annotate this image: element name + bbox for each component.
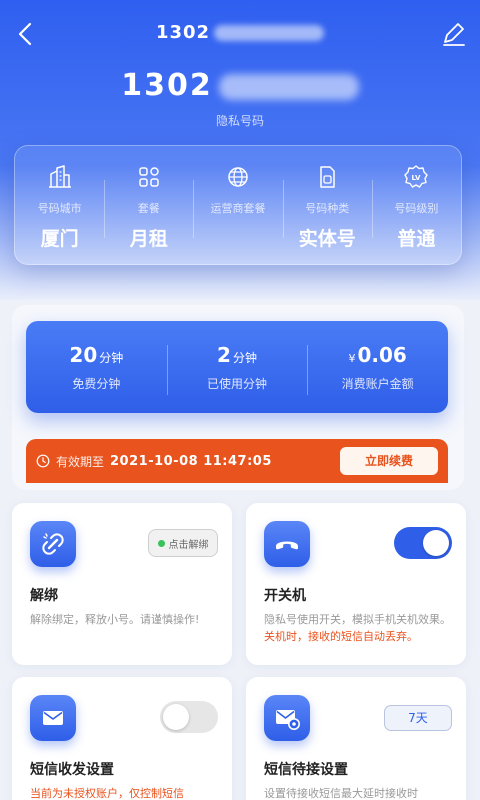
card-warning: 当前为未授权账户，仅控制短信 [30,787,184,800]
card-desc: 解除绑定，释放小号。请谨慎操作! [30,613,200,626]
unbind-card-icon [30,521,76,567]
usage-section: 20 分钟 免费分钟 2 分钟 已使用分钟 ¥0.06 消费账户金额 有效期至 20… [12,305,464,490]
power-card-icon [264,521,310,567]
usage-label: 消费账户金额 [341,376,414,391]
card-warning: 关机时，接收的短信自动丢弃。 [264,630,418,643]
power-toggle[interactable] [394,527,452,559]
info-carrier-plan: 运营商套餐 [193,146,282,264]
usage-used-minutes: 2 分钟 已使用分钟 [166,342,308,395]
level-badge-icon: LV [404,165,429,188]
unbind-card: 点击解绑 解绑 解除绑定，释放小号。请谨慎操作! [12,503,232,665]
envelope-icon [43,711,63,725]
broken-link-icon [42,533,64,555]
pending-days-select[interactable]: 7天 [384,705,452,731]
masked-digits [214,25,325,41]
masked-digits [218,73,359,100]
power-card: 开关机 隐私号使用开关，模拟手机关机效果。关机时，接收的短信自动丢弃。 [246,503,466,665]
card-title: 解绑 [30,588,58,604]
clock-icon [36,454,50,468]
status-dot [157,539,165,547]
number-info-panel: 号码城市 厦门 套餐 月租 运营商套餐 号码种类 实体号 LV 号码级别 普通 [14,145,462,265]
usage-balance: ¥0.06 消费账户金额 [307,342,448,395]
hero-header: 1302 1302 隐私号码 号码城市 厦门 套餐 月租 运营商套餐 号码种类 … [0,0,480,300]
phone-hangup-icon [276,541,298,550]
sim-card-icon [320,166,335,188]
currency-symbol: ¥ [348,351,356,365]
city-buildings-icon [48,165,71,188]
envelope-gear-icon [276,710,300,730]
sms-pending-card-icon [264,695,310,741]
expiry-label: 有效期至 [56,454,105,469]
usage-card: 20 分钟 免费分钟 2 分钟 已使用分钟 ¥0.06 消费账户金额 [26,321,448,413]
title-number-prefix: 1302 [155,22,211,43]
info-label: 号码级别 [394,202,439,215]
info-value: 月租 [129,228,168,250]
info-number-level: LV 号码级别 普通 [371,146,461,264]
globe-icon [228,167,248,187]
top-bar: 1302 [0,14,480,54]
usage-label: 已使用分钟 [207,376,268,391]
usage-free-minutes: 20 分钟 免费分钟 [26,343,167,392]
info-label: 号码城市 [37,202,82,215]
card-desc: 隐私号使用开关，模拟手机关机效果。关机时，接收的短信自动丢弃。 [264,611,454,645]
usage-value: 0.06 [357,342,407,367]
renew-button[interactable]: 立即续费 [340,447,438,475]
toggle-knob [423,530,449,556]
sms-toggle[interactable] [160,701,218,733]
usage-unit: 分钟 [99,350,124,365]
private-number-label: 隐私号码 [215,114,264,128]
sms-settings-card: 短信收发设置 当前为未授权账户，仅控制短信 [12,677,232,800]
phone-number: 1302 [0,68,480,103]
card-title: 短信收发设置 [30,762,114,778]
info-city: 号码城市 厦门 [15,146,104,264]
usage-value: 2 [217,342,231,367]
svg-text:LV: LV [412,174,421,182]
card-title: 短信待接设置 [264,762,348,778]
usage-label: 免费分钟 [72,376,121,391]
sms-pending-card: 7天 短信待接设置 设置待接收短信最大延时接收时 [246,677,466,800]
grid-apps-icon [139,167,159,187]
card-desc-text: 隐私号使用开关，模拟手机关机效果。 [264,613,451,626]
pencil-icon [443,23,465,46]
info-label: 号码种类 [305,202,350,215]
edit-button[interactable] [440,20,468,48]
usage-unit: 分钟 [232,350,257,365]
unbind-button[interactable]: 点击解绑 [148,529,218,557]
toggle-knob [163,704,189,730]
info-value: 普通 [397,228,436,250]
expiry-bar: 有效期至 2021-10-08 11:47:05 立即续费 [26,439,448,483]
info-value: 实体号 [298,228,356,250]
phone-number-prefix: 1302 [121,68,213,103]
expiry-date: 2021-10-08 11:47:05 [110,453,272,469]
card-title: 开关机 [264,588,306,604]
info-label: 套餐 [137,202,160,215]
info-plan: 套餐 月租 [104,146,193,264]
sms-card-icon [30,695,76,741]
card-desc: 当前为未授权账户，仅控制短信 [30,785,220,800]
card-desc: 设置待接收短信最大延时接收时 [264,787,418,800]
info-label: 运营商套餐 [210,202,266,215]
info-number-type: 号码种类 实体号 [282,146,372,264]
usage-value: 20 [69,342,98,367]
info-value: 厦门 [40,228,79,250]
unbind-button-label: 点击解绑 [168,539,209,551]
page-title: 1302 [0,22,480,43]
